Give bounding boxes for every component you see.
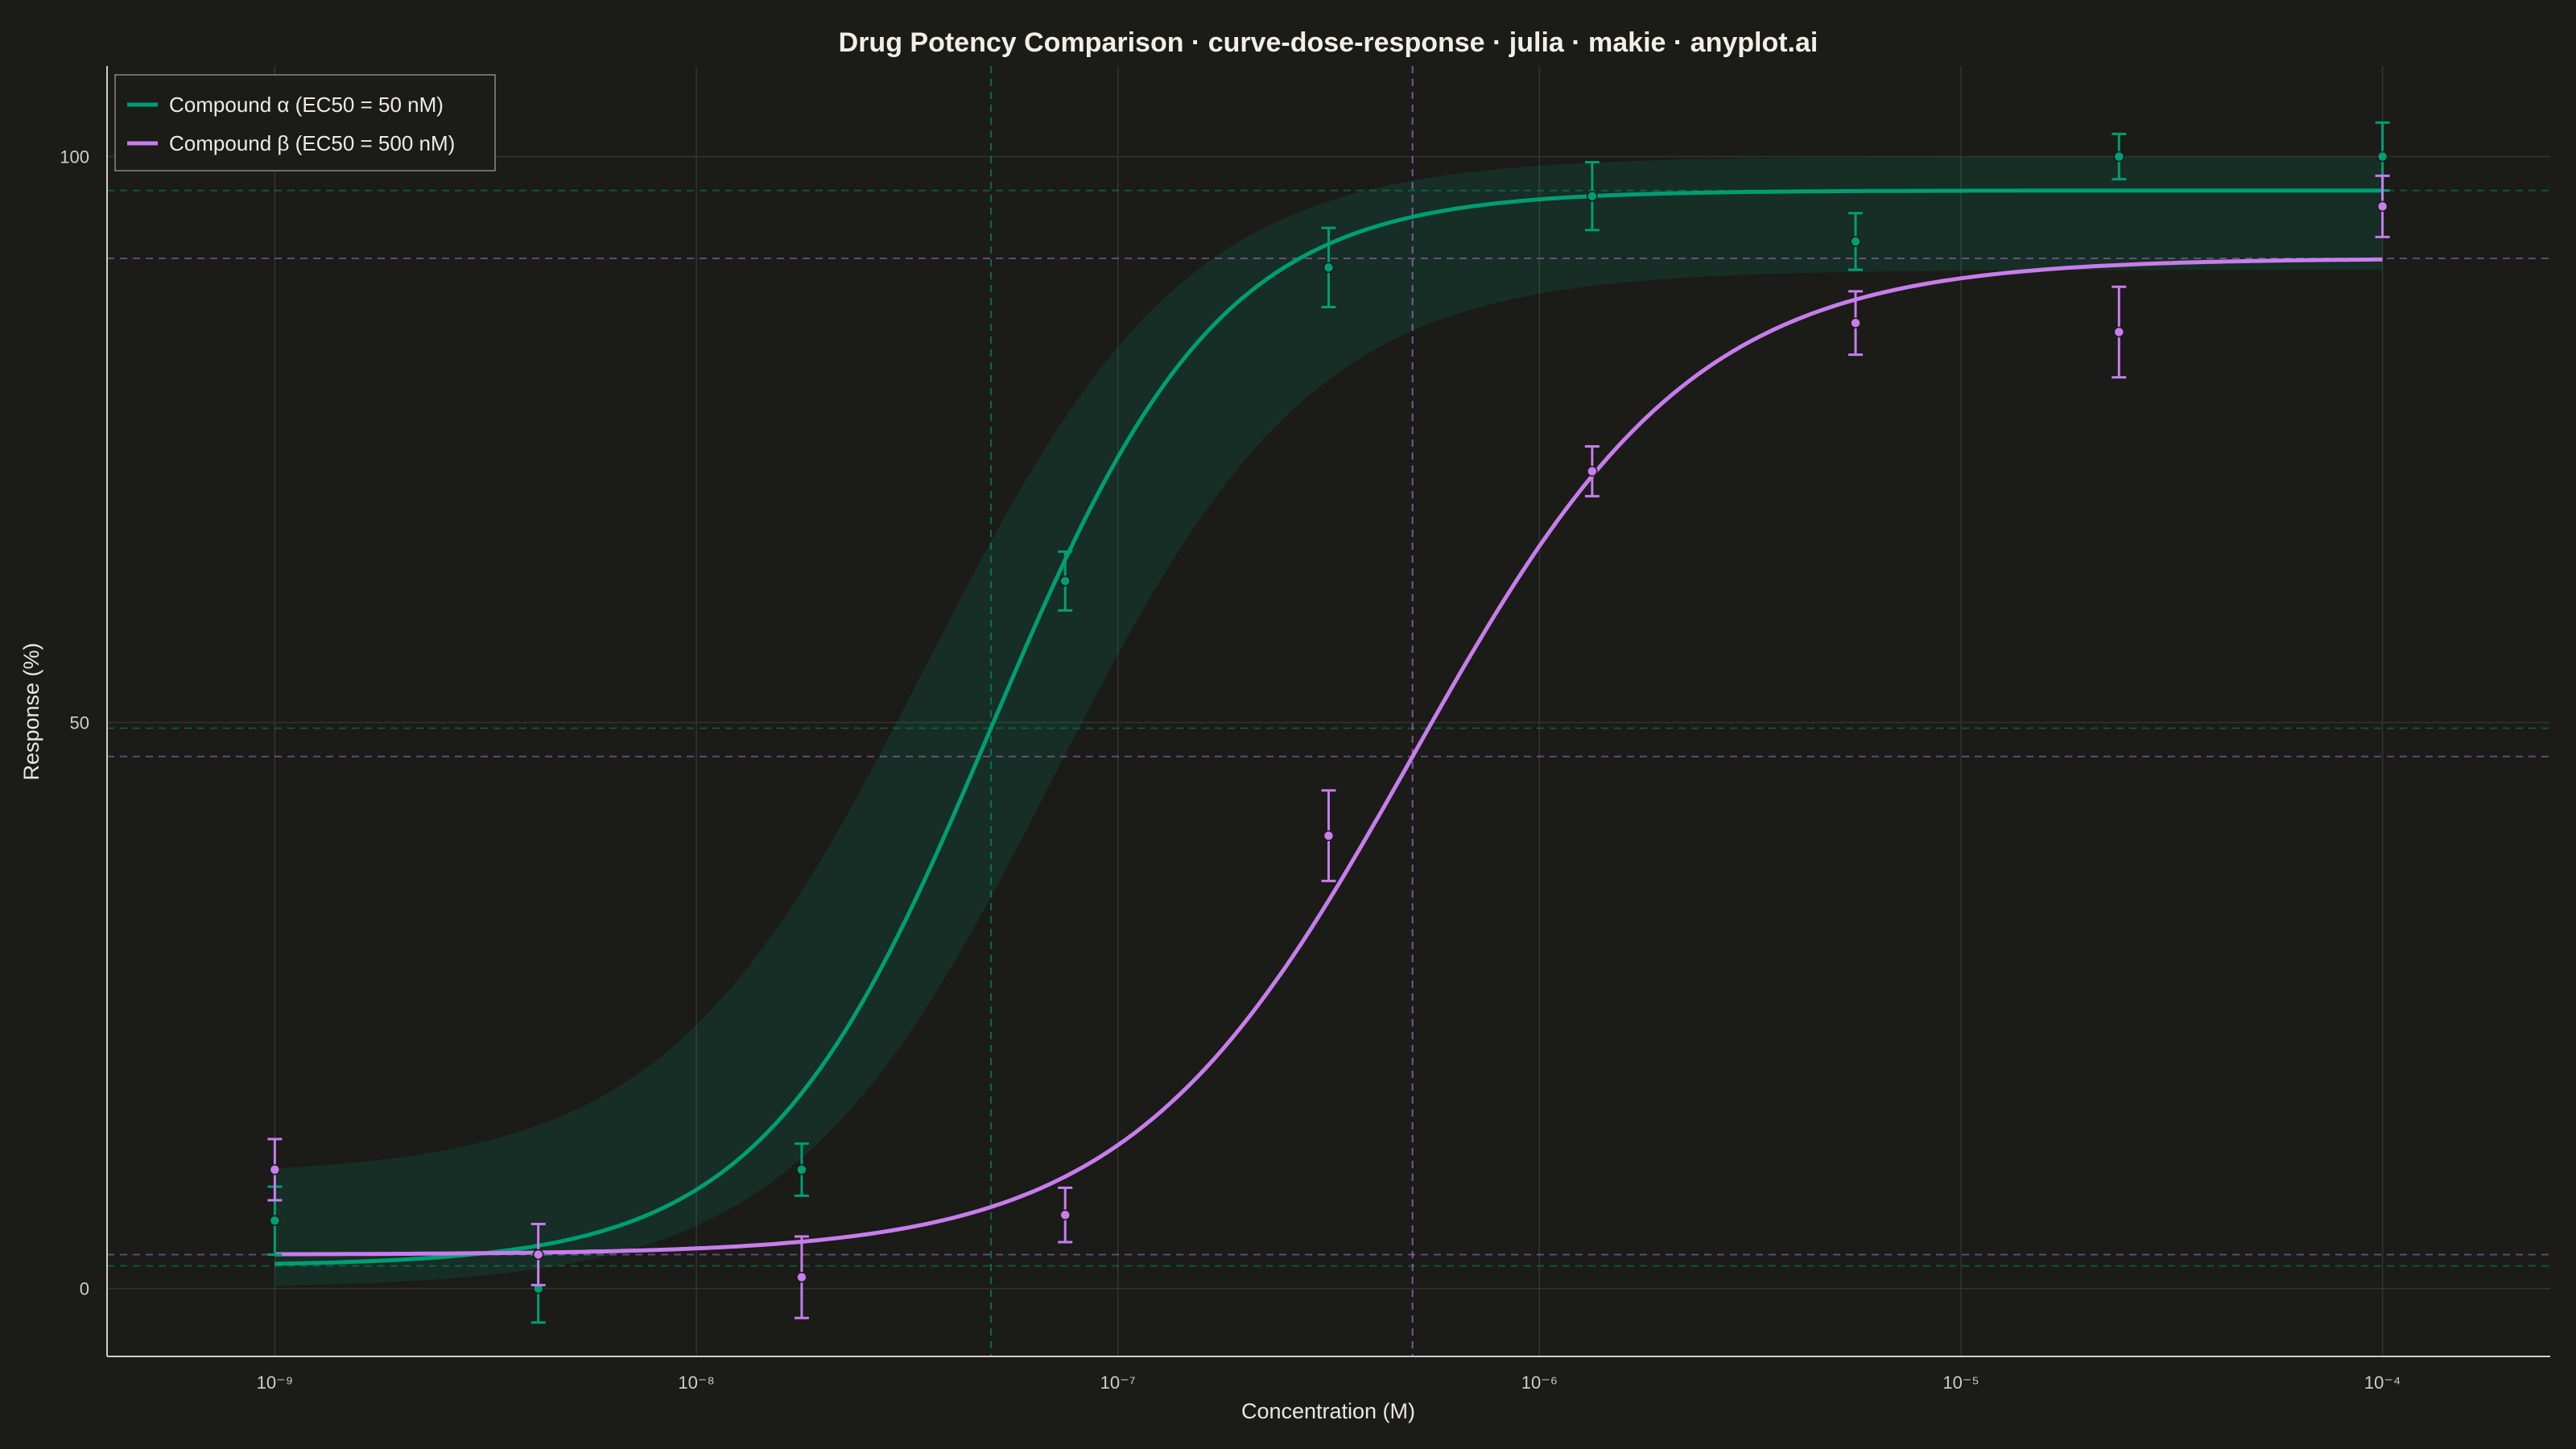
data-point-1-6 (1850, 317, 1861, 328)
x-tick-label-2: 10⁻⁷ (1100, 1373, 1136, 1393)
data-point-0-4 (1323, 262, 1335, 274)
legend-label-compound-alpha: Compound α (EC50 = 50 nM) (169, 93, 444, 117)
data-point-0-6 (1850, 236, 1861, 247)
x-tick-label-1: 10⁻⁸ (678, 1373, 714, 1393)
x-tick-label-0: 10⁻⁹ (257, 1373, 294, 1393)
x-tick-label-4: 10⁻⁵ (1942, 1373, 1979, 1393)
dose-response-chart: Drug Potency Comparison · curve-dose-res… (0, 0, 2576, 1449)
legend: Compound α (EC50 = 50 nM) Compound β (EC… (114, 74, 496, 171)
legend-box (114, 74, 496, 171)
data-point-0-3 (1059, 576, 1071, 587)
data-point-1-0 (269, 1164, 281, 1175)
data-point-1-2 (796, 1271, 807, 1283)
y-tick-label-1: 50 (70, 713, 89, 733)
x-axis-label: Concentration (M) (1241, 1399, 1415, 1423)
chart-title: Drug Potency Comparison · curve-dose-res… (839, 27, 1818, 58)
x-tick-label-5: 10⁻⁴ (2364, 1373, 2401, 1393)
data-point-0-8 (2376, 151, 2388, 163)
y-tick-label-2: 100 (60, 147, 89, 167)
y-axis-label: Response (%) (19, 642, 43, 780)
data-point-0-0 (269, 1215, 281, 1227)
legend-label-compound-beta: Compound β (EC50 = 500 nM) (169, 131, 455, 155)
data-point-1-1 (532, 1249, 544, 1261)
data-point-1-7 (2113, 326, 2125, 338)
x-tick-label-3: 10⁻⁶ (1521, 1373, 1558, 1393)
data-point-0-2 (796, 1164, 807, 1175)
data-point-0-7 (2113, 151, 2125, 163)
data-point-1-8 (2376, 200, 2388, 213)
y-tick-label-0: 0 (80, 1279, 89, 1299)
data-point-1-3 (1059, 1209, 1071, 1220)
data-point-1-5 (1587, 465, 1598, 477)
data-point-1-4 (1323, 830, 1335, 841)
data-point-0-5 (1587, 190, 1598, 202)
